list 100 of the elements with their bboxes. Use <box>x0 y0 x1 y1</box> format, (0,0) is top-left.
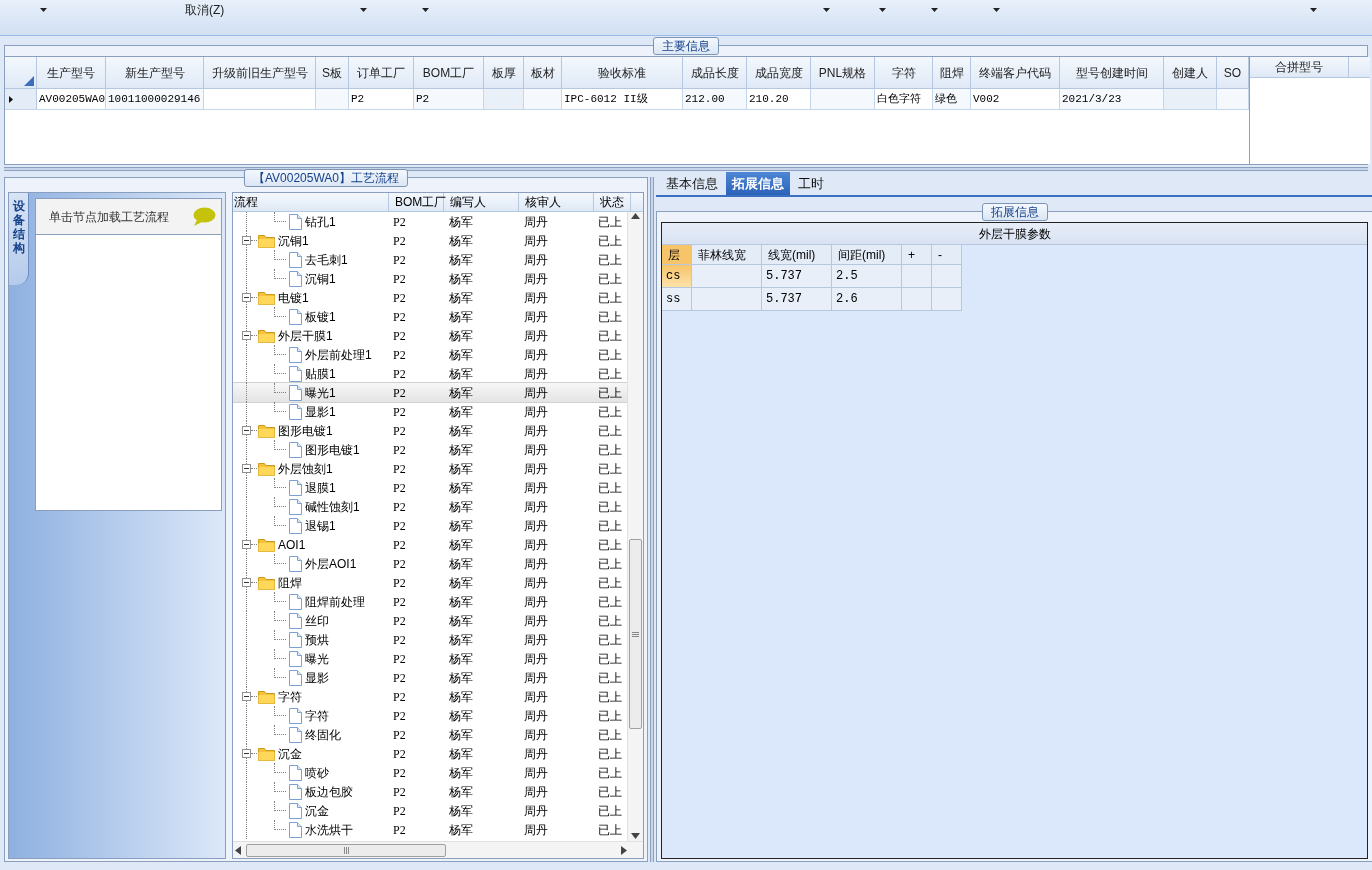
select-all-corner-icon[interactable] <box>24 76 34 86</box>
dropdown-caret-icon[interactable] <box>993 8 1000 12</box>
column-header[interactable]: PNL规格 <box>811 57 875 88</box>
tree-node-label[interactable]: 图形电镀1 <box>305 440 360 459</box>
table-cell-text: 杨军 <box>448 327 474 345</box>
tree-node-label[interactable]: 退膜1 <box>305 478 336 497</box>
tree-node-label[interactable]: 图形电镀1 <box>278 421 333 440</box>
tree-node-label[interactable]: 显影 <box>305 668 329 687</box>
tree-node-label[interactable]: 退锡1 <box>305 516 336 535</box>
horizontal-scrollbar[interactable] <box>233 841 643 858</box>
dropdown-caret-icon[interactable] <box>360 8 367 12</box>
tree-node-label[interactable]: 贴膜1 <box>305 364 336 383</box>
cancel-button[interactable]: 取消(Z) <box>183 2 227 18</box>
tree-node-label[interactable]: 外层AOI1 <box>305 554 357 573</box>
scroll-left-icon[interactable] <box>235 845 241 855</box>
tree-node-label[interactable]: 沉铜1 <box>278 231 309 250</box>
tree-node-label[interactable]: 沉金 <box>278 744 302 763</box>
column-header[interactable]: 型号创建时间 <box>1060 57 1164 88</box>
tree-node-label[interactable]: 电镀1 <box>278 288 309 307</box>
table-cell-text: P2 <box>392 498 407 516</box>
tree-node-label[interactable]: 阻焊前处理 <box>305 592 365 611</box>
column-header[interactable]: 订单工厂 <box>349 57 414 88</box>
column-header[interactable]: 流程 <box>233 193 389 211</box>
tree-node-label[interactable]: 显影1 <box>305 402 336 421</box>
tab[interactable]: 拓展信息 <box>726 172 790 195</box>
column-header[interactable]: 间距(mil) <box>832 245 902 265</box>
scroll-down-icon[interactable] <box>631 833 640 839</box>
column-header[interactable]: 状态 <box>594 193 631 211</box>
dropdown-caret-icon[interactable] <box>823 8 830 12</box>
table-cell-text: P2 <box>392 441 407 459</box>
column-header[interactable]: 核审人 <box>519 193 594 211</box>
column-header[interactable]: 验收标准 <box>562 57 683 88</box>
tree-node-label[interactable]: 丝印 <box>305 611 329 630</box>
collapse-toggle-icon[interactable] <box>242 236 251 245</box>
tree-node-label[interactable]: 阻焊 <box>278 573 302 592</box>
dropdown-caret-icon[interactable] <box>931 8 938 12</box>
tab[interactable]: 工时 <box>792 172 830 195</box>
dropdown-caret-icon[interactable] <box>1310 8 1317 12</box>
tree-node-label[interactable]: 碱性蚀刻1 <box>305 497 360 516</box>
dropdown-caret-icon[interactable] <box>40 8 47 12</box>
column-header[interactable]: 字符 <box>875 57 933 88</box>
tab[interactable]: 基本信息 <box>660 172 724 195</box>
tree-node-label[interactable]: 外层干膜1 <box>278 326 333 345</box>
tree-node-label[interactable]: 去毛刺1 <box>305 250 348 269</box>
collapse-toggle-icon[interactable] <box>242 464 251 473</box>
column-header[interactable]: 板材 <box>524 57 562 88</box>
column-header[interactable]: S板 <box>316 57 349 88</box>
tree-node-label[interactable]: 字符 <box>305 706 329 725</box>
tree-node-label[interactable]: 外层蚀刻1 <box>278 459 333 478</box>
tree-node-label[interactable]: AOI1 <box>278 535 306 554</box>
tree-node-label[interactable]: 喷砂 <box>305 763 329 782</box>
column-header[interactable]: 新生产型号 <box>106 57 204 88</box>
column-header[interactable]: 终端客户代码 <box>971 57 1060 88</box>
tree-node-label[interactable]: 板边包胶 <box>305 782 353 801</box>
column-header[interactable]: SO <box>1217 57 1249 88</box>
column-header[interactable]: 层 <box>662 245 692 265</box>
column-header[interactable]: 成品长度 <box>683 57 747 88</box>
column-header[interactable]: BOM工厂 <box>389 193 444 211</box>
collapse-toggle-icon[interactable] <box>242 692 251 701</box>
column-header[interactable]: 生产型号 <box>37 57 106 88</box>
table-cell-text: 杨军 <box>448 726 474 744</box>
tree-node-label[interactable]: 终固化 <box>305 725 341 744</box>
tree-node-label[interactable]: 水洗烘干 <box>305 820 353 839</box>
collapse-toggle-icon[interactable] <box>242 749 251 758</box>
column-header[interactable]: 板厚 <box>484 57 524 88</box>
table-title: 外层干膜参数 <box>662 223 1367 245</box>
table-cell-text: 已上 <box>597 327 623 345</box>
tree-node-label[interactable]: 钻孔1 <box>305 212 336 231</box>
scroll-grip-icon[interactable] <box>343 846 349 854</box>
scroll-right-icon[interactable] <box>621 845 627 855</box>
table-cell-text: P2 <box>392 384 407 402</box>
collapse-toggle-icon[interactable] <box>242 331 251 340</box>
tree-node-label[interactable]: 沉金 <box>305 801 329 820</box>
collapse-toggle-icon[interactable] <box>242 293 251 302</box>
collapse-toggle-icon[interactable] <box>242 540 251 549</box>
table-cell-text: 已上 <box>597 631 623 649</box>
column-header[interactable]: 线宽(mil) <box>762 245 832 265</box>
column-header[interactable]: BOM工厂 <box>414 57 484 88</box>
column-header[interactable]: 阻焊 <box>933 57 971 88</box>
current-row-icon <box>9 95 13 103</box>
column-header[interactable]: 创建人 <box>1164 57 1217 88</box>
tree-node-label[interactable]: 板镀1 <box>305 307 336 326</box>
column-header[interactable]: 升级前旧生产型号 <box>204 57 316 88</box>
dropdown-caret-icon[interactable] <box>422 8 429 12</box>
column-header[interactable]: 成品宽度 <box>747 57 811 88</box>
dropdown-caret-icon[interactable] <box>879 8 886 12</box>
side-tab[interactable]: 设备结构 <box>9 193 29 285</box>
tree-node-label[interactable]: 外层前处理1 <box>305 345 372 364</box>
tree-node-label[interactable]: 预烘 <box>305 630 329 649</box>
vertical-scrollbar[interactable] <box>627 212 643 841</box>
collapse-toggle-icon[interactable] <box>242 578 251 587</box>
tree-node-label[interactable]: 沉铜1 <box>305 269 336 288</box>
tree-node-label[interactable]: 曝光 <box>305 649 329 668</box>
column-header[interactable]: + <box>902 245 932 265</box>
tree-node-label[interactable]: 字符 <box>278 687 302 706</box>
tree-node-label[interactable]: 曝光1 <box>305 383 336 402</box>
scroll-grip-icon[interactable] <box>632 631 639 637</box>
column-header[interactable]: 菲林线宽 <box>692 245 762 265</box>
collapse-toggle-icon[interactable] <box>242 426 251 435</box>
column-header[interactable]: - <box>932 245 962 265</box>
